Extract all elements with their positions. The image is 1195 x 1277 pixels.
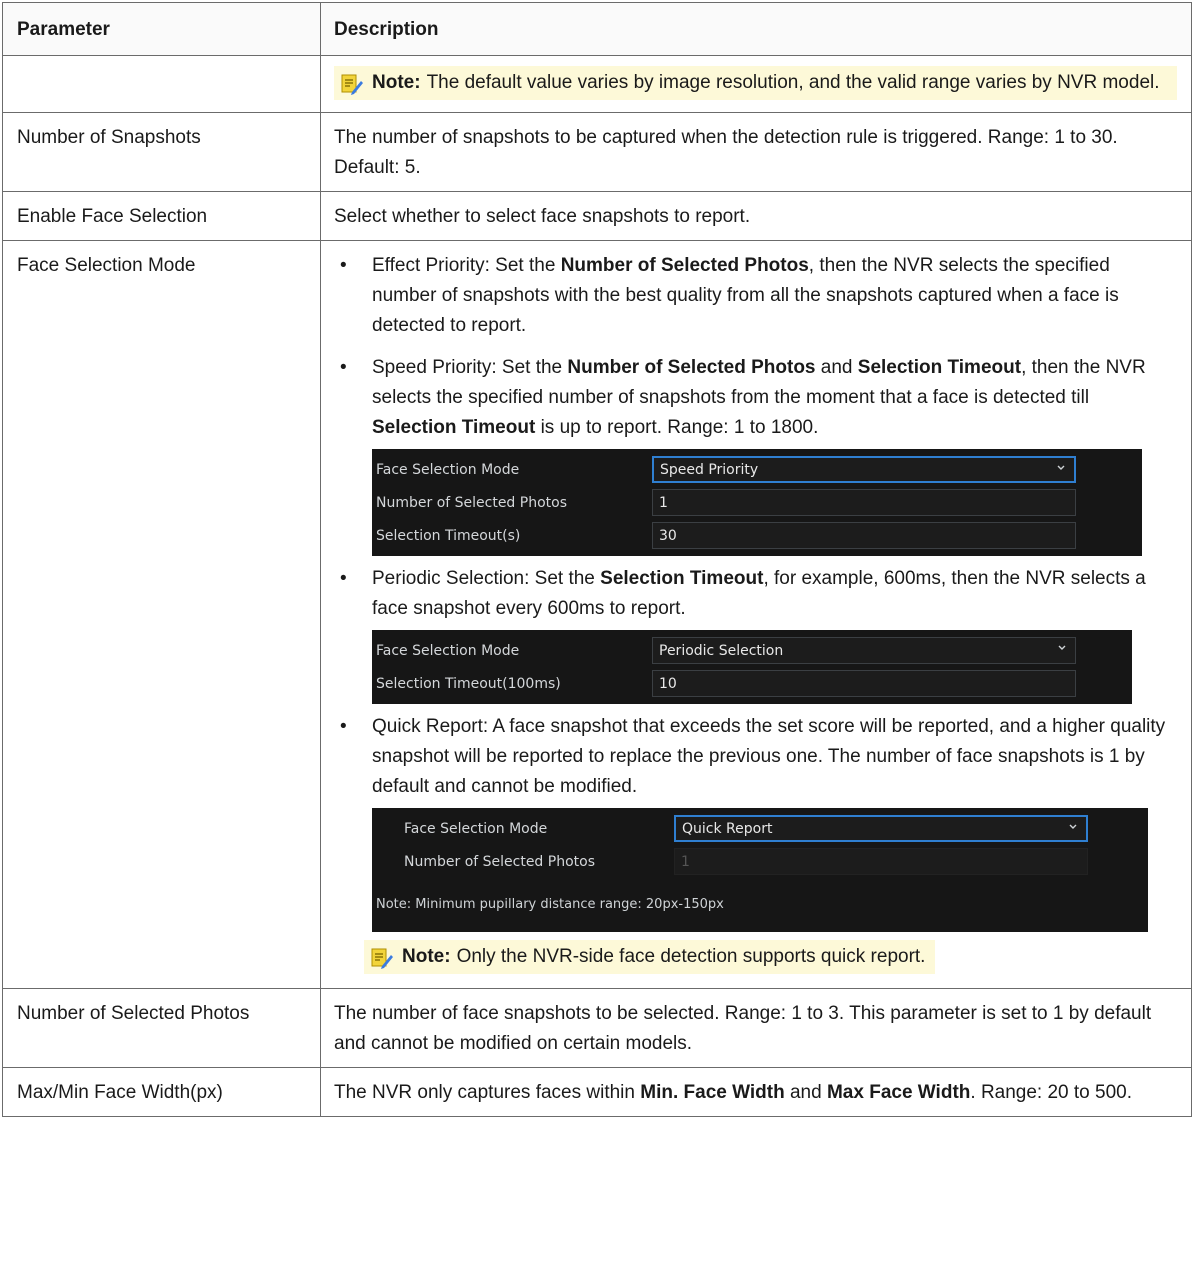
selection-timeout-label: Selection Timeout(s)	[376, 527, 521, 544]
chevron-down-icon	[1057, 465, 1065, 470]
selected-photos-label: Number of Selected Photos	[404, 853, 596, 870]
text: Speed Priority: Set the	[372, 357, 568, 378]
mode-list: Effect Priority: Set the Number of Selec…	[334, 251, 1177, 980]
table-row: Enable Face Selection Select whether to …	[2, 191, 1192, 241]
face-selection-mode-select[interactable]: Quick Report	[674, 815, 1088, 842]
selection-timeout-label: Selection Timeout(100ms)	[376, 675, 561, 692]
periodic-selection-screenshot: Face Selection Mode Periodic Selection S…	[372, 630, 1132, 704]
selected-photos-label: Number of Selected Photos	[376, 494, 568, 511]
selection-timeout-input[interactable]: 10	[652, 670, 1076, 697]
table-row: Number of Selected Photos The number of …	[2, 988, 1192, 1068]
face-selection-mode-label: Face Selection Mode	[376, 461, 520, 478]
bold-term: Number of Selected Photos	[560, 255, 809, 276]
parameter-table: Parameter Description Note: The default v…	[2, 2, 1192, 1117]
table-row: Note: The default value varies by image r…	[2, 55, 1192, 113]
description-cell: Select whether to select face snapshots …	[320, 191, 1192, 241]
description-cell: The NVR only captures faces within Min. …	[320, 1067, 1192, 1117]
text: Effect Priority: Set the	[372, 255, 561, 276]
header-row: Parameter Description	[2, 2, 1192, 56]
description-cell: The number of snapshots to be captured w…	[320, 112, 1192, 192]
description-cell: The number of face snapshots to be selec…	[320, 988, 1192, 1068]
nvr-row: Face Selection Mode Quick Report	[372, 812, 1148, 845]
note-box: Note: Only the NVR-side face detection su…	[364, 940, 936, 974]
selected-photos-input[interactable]: 1	[652, 489, 1076, 516]
header-description: Description	[320, 2, 1192, 56]
chevron-down-icon	[1058, 645, 1066, 650]
param-cell-empty	[2, 55, 321, 113]
selection-timeout-input[interactable]: 30	[652, 522, 1076, 549]
note-label: Note:	[402, 946, 451, 967]
note-pencil-icon	[371, 948, 393, 969]
speed-priority-screenshot: Face Selection Mode Speed Priority Numbe…	[372, 449, 1142, 556]
table-row: Number of Snapshots The number of snapsh…	[2, 112, 1192, 192]
note-box: Note: The default value varies by image r…	[334, 66, 1177, 100]
pupillary-distance-note: Note: Minimum pupillary distance range: …	[376, 897, 724, 912]
param-cell: Number of Snapshots	[2, 112, 321, 192]
select-value: Periodic Selection	[659, 642, 784, 659]
text: . Range: 20 to 500.	[970, 1082, 1133, 1103]
select-value: Speed Priority	[660, 461, 759, 478]
bold-term: Selection Timeout	[857, 357, 1022, 378]
list-item-effect-priority: Effect Priority: Set the Number of Selec…	[334, 251, 1177, 341]
param-cell: Face Selection Mode	[2, 240, 321, 989]
text: The NVR only captures faces within	[334, 1082, 641, 1103]
note-text: The default value varies by image resolu…	[426, 72, 1160, 93]
face-selection-mode-label: Face Selection Mode	[404, 820, 548, 837]
nvr-row: Face Selection Mode Periodic Selection	[372, 634, 1132, 667]
text: Quick Report: A face snapshot that excee…	[372, 716, 1166, 797]
note-label: Note:	[372, 72, 421, 93]
quick-report-screenshot: Face Selection Mode Quick Report Number …	[372, 808, 1148, 932]
chevron-down-icon	[1069, 824, 1077, 829]
list-item-quick-report: Quick Report: A face snapshot that excee…	[334, 712, 1177, 980]
face-selection-mode-select[interactable]: Periodic Selection	[652, 637, 1076, 664]
nvr-row: Selection Timeout(s) 30	[372, 519, 1142, 552]
note-pencil-icon	[341, 74, 363, 95]
table-row: Face Selection Mode Effect Priority: Set…	[2, 240, 1192, 989]
description-cell: Note: The default value varies by image r…	[320, 55, 1192, 113]
note-text: Only the NVR-side face detection support…	[456, 946, 926, 967]
face-selection-mode-label: Face Selection Mode	[376, 642, 520, 659]
bold-term: Max Face Width	[826, 1082, 971, 1103]
param-cell: Enable Face Selection	[2, 191, 321, 241]
list-item-speed-priority: Speed Priority: Set the Number of Select…	[334, 353, 1177, 556]
param-cell: Number of Selected Photos	[2, 988, 321, 1068]
text: Periodic Selection: Set the	[372, 568, 601, 589]
nvr-row: Face Selection Mode Speed Priority	[372, 453, 1142, 486]
param-cell: Max/Min Face Width(px)	[2, 1067, 321, 1117]
face-selection-mode-select[interactable]: Speed Priority	[652, 456, 1076, 483]
selected-photos-input: 1	[674, 848, 1088, 875]
text: and	[815, 357, 858, 378]
bold-term: Selection Timeout	[372, 417, 536, 438]
text: is up to report. Range: 1 to 1800.	[535, 417, 819, 438]
text: and	[784, 1082, 827, 1103]
list-item-periodic-selection: Periodic Selection: Set the Selection Ti…	[334, 564, 1177, 704]
bold-term: Number of Selected Photos	[567, 357, 816, 378]
select-value: Quick Report	[682, 820, 773, 837]
nvr-row: Selection Timeout(100ms) 10	[372, 667, 1132, 700]
nvr-row: Number of Selected Photos 1	[372, 845, 1148, 878]
header-parameter: Parameter	[2, 2, 321, 56]
nvr-row: Number of Selected Photos 1	[372, 486, 1142, 519]
description-cell: Effect Priority: Set the Number of Selec…	[320, 240, 1192, 989]
bold-term: Min. Face Width	[640, 1082, 785, 1103]
table-row: Max/Min Face Width(px) The NVR only capt…	[2, 1067, 1192, 1117]
bold-term: Selection Timeout	[600, 568, 764, 589]
